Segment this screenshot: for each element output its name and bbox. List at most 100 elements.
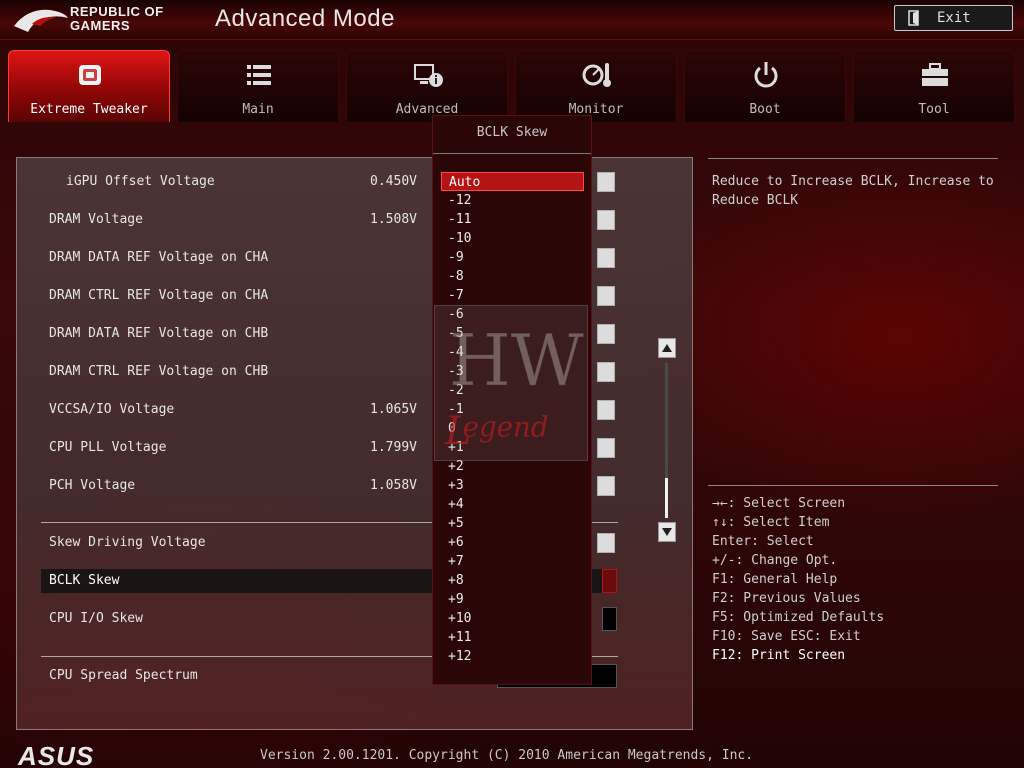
option-field[interactable] xyxy=(602,569,617,593)
key-hint-f12: F12: Print Screen xyxy=(712,648,846,663)
option-field[interactable] xyxy=(602,607,617,631)
setting-value: 1.508V xyxy=(370,212,417,227)
setting-label: DRAM CTRL REF Voltage on CHB xyxy=(49,364,269,379)
dropdown-option[interactable]: -6 xyxy=(441,305,584,324)
setting-value: 1.065V xyxy=(370,402,417,417)
dropdown-option[interactable]: -9 xyxy=(441,248,584,267)
dropdown-option[interactable]: -3 xyxy=(441,362,584,381)
value-input-box[interactable] xyxy=(597,210,615,230)
power-icon xyxy=(754,62,778,88)
rog-brand-text: REPUBLIC OF GAMERS xyxy=(70,5,164,33)
key-hint-f1: F1: General Help xyxy=(712,572,838,587)
help-description: Reduce to Increase BCLK, Increase to Red… xyxy=(712,174,994,208)
dropdown-option[interactable]: -1 xyxy=(441,400,584,419)
value-input-box[interactable] xyxy=(597,476,615,496)
dropdown-option[interactable]: +3 xyxy=(441,476,584,495)
key-legend: →←: Select Screen ↑↓: Select Item Enter:… xyxy=(712,494,1012,665)
setting-label: VCCSA/IO Voltage xyxy=(49,402,175,417)
list-icon xyxy=(247,65,271,85)
dropdown-option[interactable]: -10 xyxy=(441,229,584,248)
help-divider-mid xyxy=(708,485,998,486)
dropdown-option[interactable]: +4 xyxy=(441,495,584,514)
triangle-up-icon xyxy=(662,344,672,352)
tab-advanced[interactable]: Advanced xyxy=(346,50,508,122)
setting-label: DRAM CTRL REF Voltage on CHA xyxy=(49,288,269,303)
setting-value: 1.799V xyxy=(370,440,417,455)
exit-door-icon xyxy=(908,10,919,26)
dropdown-option[interactable]: +12 xyxy=(441,647,584,666)
brand-line-2: GAMERS xyxy=(70,18,131,33)
brand-line-1: REPUBLIC OF xyxy=(70,4,164,19)
value-input-box[interactable] xyxy=(597,286,615,306)
setting-value: 1.058V xyxy=(370,478,417,493)
tab-label: Boot xyxy=(749,102,781,117)
tab-tool[interactable]: Tool xyxy=(853,50,1015,122)
key-hint-f5: F5: Optimized Defaults xyxy=(712,610,885,625)
key-hint-f10: F10: Save ESC: Exit xyxy=(712,629,861,644)
setting-label: DRAM DATA REF Voltage on CHA xyxy=(49,250,269,265)
dropdown-option[interactable]: -8 xyxy=(441,267,584,286)
setting-label: CPU Spread Spectrum xyxy=(49,668,198,683)
dropdown-option[interactable]: -2 xyxy=(441,381,584,400)
help-divider-top xyxy=(708,158,998,159)
toolbox-icon xyxy=(922,63,948,86)
scroll-up-button[interactable] xyxy=(658,338,676,358)
setting-label: iGPU Offset Voltage xyxy=(66,174,215,189)
key-hint-enter: Enter: Select xyxy=(712,534,814,549)
value-input-box[interactable] xyxy=(597,400,615,420)
value-input-box[interactable] xyxy=(597,533,615,553)
monitor-gauge-icon xyxy=(582,63,611,87)
key-hint-select-item: ↑↓: Select Item xyxy=(712,515,830,530)
exit-button[interactable]: Exit xyxy=(894,5,1013,31)
value-input-box[interactable] xyxy=(597,324,615,344)
value-input-box[interactable] xyxy=(597,248,615,268)
dropdown-option[interactable]: +10 xyxy=(441,609,584,628)
scrollbar-thumb[interactable] xyxy=(665,478,668,518)
main-tabs: Extreme Tweaker Main Advanced Monitor Bo… xyxy=(8,50,1016,122)
dropdown-option[interactable]: +7 xyxy=(441,552,584,571)
key-hint-f2: F2: Previous Values xyxy=(712,591,861,606)
tab-monitor[interactable]: Monitor xyxy=(515,50,677,122)
tab-label: Tool xyxy=(918,102,950,117)
dropdown-title: BCLK Skew xyxy=(433,116,591,154)
page-title: Advanced Mode xyxy=(215,5,395,32)
bclk-skew-dropdown: BCLK Skew Auto -12 -11 -10 -9 -8 -7 -6 -5 -4 -3 -2-… xyxy=(432,115,592,685)
key-hint-select-screen: →←: Select Screen xyxy=(712,496,846,511)
value-input-box[interactable] xyxy=(597,172,615,192)
asus-logo: ASUS xyxy=(18,741,95,768)
dropdown-option[interactable]: -5 xyxy=(441,324,584,343)
dropdown-option[interactable]: +5 xyxy=(441,514,584,533)
tab-label: Extreme Tweaker xyxy=(30,102,148,117)
scroll-down-button[interactable] xyxy=(658,522,676,542)
dropdown-option[interactable]: -11 xyxy=(441,210,584,229)
tweaker-icon xyxy=(79,65,101,85)
dropdown-option[interactable]: -7 xyxy=(441,286,584,305)
version-copyright: Version 2.00.1201. Copyright (C) 2010 Am… xyxy=(260,748,754,763)
dropdown-option[interactable]: -4 xyxy=(441,343,584,362)
rog-eye-logo-icon xyxy=(14,9,68,32)
setting-label: CPU I/O Skew xyxy=(49,611,143,626)
value-input-box[interactable] xyxy=(597,362,615,382)
exit-label: Exit xyxy=(937,10,971,26)
dropdown-option[interactable]: -12 xyxy=(441,191,584,210)
dropdown-option[interactable]: +2 xyxy=(441,457,584,476)
tab-extreme-tweaker[interactable]: Extreme Tweaker xyxy=(8,50,170,122)
tab-boot[interactable]: Boot xyxy=(684,50,846,122)
setting-label: BCLK Skew xyxy=(49,573,120,588)
dropdown-option[interactable]: 0 xyxy=(441,419,584,438)
setting-label: CPU PLL Voltage xyxy=(49,440,167,455)
dropdown-option[interactable]: +11 xyxy=(441,628,584,647)
dropdown-option[interactable]: +9 xyxy=(441,590,584,609)
tab-main[interactable]: Main xyxy=(177,50,339,122)
dropdown-option[interactable]: Auto xyxy=(441,172,584,191)
dropdown-option[interactable]: +6 xyxy=(441,533,584,552)
setting-label: PCH Voltage xyxy=(49,478,136,493)
tab-label: Main xyxy=(242,102,274,117)
setting-label: Skew Driving Voltage xyxy=(49,535,206,550)
dropdown-option[interactable]: +1 xyxy=(441,438,584,457)
value-input-box[interactable] xyxy=(597,438,615,458)
key-hint-change-opt: +/-: Change Opt. xyxy=(712,553,838,568)
advanced-info-icon xyxy=(414,64,443,87)
setting-label: DRAM Voltage xyxy=(49,212,143,227)
dropdown-option[interactable]: +8 xyxy=(441,571,584,590)
